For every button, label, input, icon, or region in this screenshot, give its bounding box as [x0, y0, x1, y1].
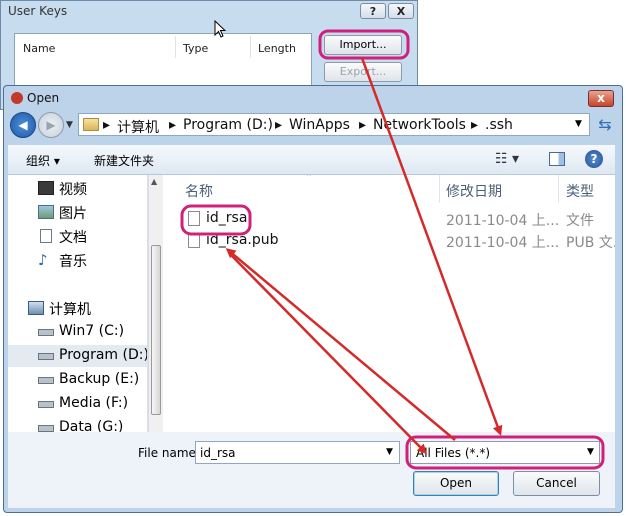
file-type: PUB 文...: [566, 235, 615, 251]
file-name: id_rsa.pub: [206, 232, 279, 248]
drive-icon: [38, 425, 54, 432]
toolbar: 组织 ▾ 新建文件夹 ☷ ▾ ?: [8, 145, 615, 175]
export-button[interactable]: Export...: [324, 62, 402, 82]
breadcrumb-sep[interactable]: ▸: [169, 117, 176, 133]
file-type-value: All Files (*.*): [416, 446, 491, 460]
breadcrumb-sep[interactable]: ▸: [471, 117, 478, 133]
preview-pane-icon[interactable]: [549, 152, 565, 166]
filename-dropdown-icon[interactable]: ▼: [386, 447, 393, 457]
breadcrumb-sep[interactable]: ▸: [275, 117, 282, 133]
recent-pages-icon[interactable]: ▼: [66, 120, 73, 130]
new-folder-button[interactable]: 新建文件夹: [94, 152, 154, 169]
open-button[interactable]: Open: [413, 471, 499, 496]
file-type: 文件: [566, 213, 594, 229]
filename-value: id_rsa: [200, 446, 236, 460]
file-icon: [188, 211, 200, 226]
document-icon: [40, 229, 52, 243]
column-divider: [439, 175, 440, 203]
breadcrumb-sep[interactable]: ▸: [103, 117, 110, 133]
nav-label: 文档: [59, 230, 87, 246]
video-icon: [38, 181, 54, 195]
close-button[interactable]: X: [388, 3, 414, 19]
scroll-up-icon[interactable]: ▲: [151, 177, 157, 186]
keys-list[interactable]: Name Type Length: [14, 33, 312, 93]
file-name: id_rsa: [206, 210, 248, 226]
sort-indicator-icon: ⌃: [305, 175, 313, 183]
column-divider: [558, 175, 559, 203]
forward-icon[interactable]: ▶: [38, 112, 64, 138]
nav-label: 计算机: [49, 302, 91, 318]
nav-item-music[interactable]: ♪ 音乐: [8, 249, 147, 271]
computer-icon: [28, 301, 44, 315]
dialog-title: Open: [27, 91, 60, 105]
back-icon[interactable]: ◀: [10, 112, 36, 138]
nav-item-videos[interactable]: 视频: [8, 177, 147, 199]
help-button[interactable]: ?: [360, 3, 386, 19]
file-date: 2011-10-04 上...: [446, 235, 560, 251]
cancel-button[interactable]: Cancel: [513, 471, 600, 496]
breadcrumb-sep[interactable]: ▸: [359, 117, 366, 133]
column-date-header[interactable]: 修改日期: [446, 181, 502, 201]
column-divider: [250, 36, 251, 58]
column-length[interactable]: Length: [258, 42, 296, 55]
help-icon[interactable]: ?: [585, 150, 603, 168]
folder-icon: [83, 118, 99, 131]
nav-label: Program (D:): [59, 347, 148, 363]
address-bar[interactable]: ▸ 计算机 ▸ Program (D:) ▸ WinApps ▸ Network…: [78, 113, 590, 136]
nav-item-pictures[interactable]: 图片: [8, 201, 147, 223]
nav-item-drive-g[interactable]: Data (G:): [8, 417, 147, 432]
mouse-cursor-icon: [214, 20, 227, 38]
column-type[interactable]: Type: [183, 42, 208, 55]
picture-icon: [38, 205, 54, 219]
view-options-icon[interactable]: ☷ ▾: [495, 151, 519, 167]
user-keys-title: User Keys: [8, 4, 68, 18]
address-dropdown-icon[interactable]: ▼: [575, 119, 582, 129]
breadcrumb-computer[interactable]: 计算机: [117, 117, 159, 137]
nav-label: Media (F:): [59, 395, 129, 411]
nav-item-drive-f[interactable]: Media (F:): [8, 393, 147, 415]
organize-menu[interactable]: 组织 ▾: [26, 152, 60, 169]
drive-icon: [38, 401, 54, 408]
navigation-pane[interactable]: 视频 图片 文档 ♪ 音乐 计算机 Win7 (C:) Program (D:)…: [8, 175, 148, 432]
nav-item-drive-c[interactable]: Win7 (C:): [8, 321, 147, 343]
drive-icon: [38, 377, 54, 384]
nav-item-computer[interactable]: 计算机: [8, 297, 147, 319]
nav-item-documents[interactable]: 文档: [8, 225, 147, 247]
refresh-icon[interactable]: ⇆: [594, 114, 616, 135]
breadcrumb-networktools[interactable]: NetworkTools: [373, 117, 466, 133]
nav-label: Data (G:): [59, 419, 124, 432]
music-icon: ♪: [38, 251, 48, 269]
breadcrumb-drive[interactable]: Program (D:): [183, 117, 273, 133]
dialog-close-button[interactable]: x: [588, 90, 614, 107]
app-icon: [11, 92, 23, 104]
file-type-select[interactable]: All Files (*.*) ▼: [410, 441, 600, 464]
nav-label: Backup (E:): [59, 371, 140, 387]
nav-item-drive-e[interactable]: Backup (E:): [8, 369, 147, 391]
column-name-header[interactable]: 名称: [185, 181, 213, 201]
file-type-dropdown-icon[interactable]: ▼: [587, 447, 594, 457]
drive-icon: [38, 353, 54, 360]
import-button[interactable]: Import...: [324, 35, 402, 55]
file-date: 2011-10-04 上...: [446, 213, 560, 229]
breadcrumb-winapps[interactable]: WinApps: [289, 117, 350, 133]
column-name[interactable]: Name: [23, 42, 55, 55]
file-row[interactable]: id_rsa 2011-10-04 上... 文件: [163, 208, 615, 230]
filename-label: File name:: [138, 446, 200, 460]
nav-label: 音乐: [59, 254, 87, 270]
column-divider: [175, 36, 176, 58]
breadcrumb-ssh[interactable]: .ssh: [485, 117, 513, 133]
file-row[interactable]: id_rsa.pub 2011-10-04 上... PUB 文...: [163, 230, 615, 252]
filename-input[interactable]: id_rsa ▼: [195, 441, 400, 464]
nav-item-drive-d[interactable]: Program (D:): [8, 345, 148, 367]
scroll-thumb[interactable]: [151, 245, 161, 415]
drive-icon: [38, 329, 54, 336]
navigation-scrollbar[interactable]: ▲: [148, 175, 163, 432]
file-list[interactable]: ⌃ 名称 修改日期 类型 id_rsa 2011-10-04 上... 文件 i…: [163, 175, 615, 432]
nav-label: 视频: [59, 182, 87, 198]
column-type-header[interactable]: 类型: [566, 181, 594, 201]
file-icon: [188, 233, 200, 248]
nav-label: Win7 (C:): [59, 323, 125, 339]
nav-label: 图片: [59, 206, 87, 222]
